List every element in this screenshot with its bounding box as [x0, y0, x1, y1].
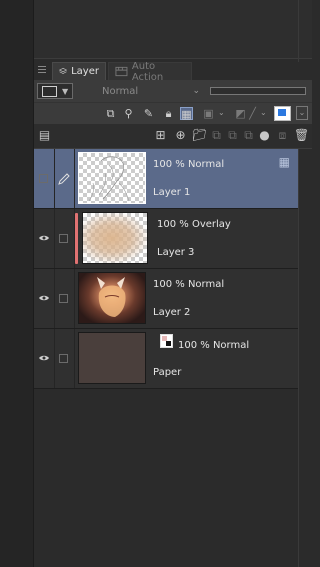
visibility-toggle[interactable] — [34, 209, 55, 268]
new-vector-layer-icon[interactable]: ⊕ — [174, 129, 187, 142]
paper-layer-icon — [160, 334, 173, 348]
transfer-down-icon[interactable]: ⧉ — [210, 129, 223, 142]
tab-auto-action[interactable]: Auto Action — [108, 61, 192, 83]
merge-visible-icon[interactable]: ⧉ — [242, 129, 255, 142]
layer-name: Layer 2 — [153, 307, 191, 318]
upper-panel-area — [34, 0, 312, 59]
chevron-down-icon: ⌄ — [192, 86, 200, 96]
layer-options-bar: ⧉ ⚲ ✎ 🔒︎ ▦ ▣ ⌄ ◩ ╱ ⌄ ⌄ — [34, 102, 312, 125]
lock-icon[interactable]: 🔒︎ — [162, 107, 175, 120]
ruler-visibility-icon[interactable]: ╱ — [246, 107, 259, 120]
visibility-toggle[interactable] — [34, 149, 55, 208]
layer-property-bar: ▼ Normal ⌄ — [34, 80, 312, 102]
mask-icon[interactable]: ▣ — [202, 107, 215, 120]
layer-name: Paper — [153, 367, 182, 378]
layer-thumbnail — [82, 212, 148, 264]
portrait-thumbnail — [97, 277, 126, 317]
lock-transparent-icon[interactable]: ▦ — [180, 107, 193, 121]
pen-icon — [58, 173, 70, 185]
blend-mode-value: Normal — [102, 85, 139, 97]
layer-name: Layer 3 — [157, 247, 195, 258]
edit-checkbox[interactable] — [59, 234, 68, 243]
visibility-toggle[interactable] — [34, 269, 55, 328]
layer-opacity-mode: 100 % Normal — [178, 340, 250, 351]
layer-opacity-mode: 100 % Normal — [153, 159, 225, 170]
apply-mask-icon[interactable]: ⧈ — [276, 129, 289, 142]
combine-layer-icon[interactable]: ⧉ — [226, 129, 239, 142]
blend-mode-select[interactable]: Normal ⌄ — [96, 83, 204, 99]
eye-icon — [39, 235, 49, 241]
eye-icon — [39, 295, 49, 301]
chevron-down-icon[interactable]: ⌄ — [218, 108, 225, 117]
layer-color-swatch[interactable] — [274, 106, 291, 121]
lock-transparent-icon: ▦ — [278, 155, 290, 169]
panel-tab-bar: Layer Auto Action — [34, 61, 312, 83]
edit-target-column[interactable] — [54, 209, 75, 268]
new-raster-layer-icon[interactable]: ⊞ — [154, 129, 167, 142]
chevron-down-icon[interactable]: ⌄ — [260, 108, 267, 117]
layer-opacity-mode: 100 % Normal — [153, 279, 225, 290]
reference-layer-icon[interactable]: ⚲ — [122, 107, 135, 120]
layer-thumbnail — [78, 332, 146, 384]
square-icon — [42, 85, 57, 97]
trash-icon[interactable]: 🗑︎ — [294, 129, 309, 142]
layer-row-paper[interactable]: 100 % Normal Paper — [34, 329, 298, 389]
layer-mask-icon[interactable]: ● — [258, 129, 271, 142]
layer-row-layer-1[interactable]: 100 % Normal ▦ Layer 1 — [34, 149, 298, 209]
expression-color-button[interactable]: ▼ — [37, 83, 73, 99]
edit-target-column[interactable] — [54, 269, 75, 328]
edit-target-column[interactable] — [54, 149, 75, 208]
layer-thumbnail — [78, 152, 146, 204]
draft-layer-icon[interactable]: ✎ — [142, 107, 155, 120]
edit-checkbox[interactable] — [59, 354, 68, 363]
sketch-thumbnail — [88, 156, 130, 202]
layer-name: Layer 1 — [153, 187, 191, 198]
layer-opacity-mode: 100 % Overlay — [157, 219, 231, 230]
edit-checkbox[interactable] — [59, 294, 68, 303]
visibility-checkbox[interactable] — [39, 174, 48, 183]
chevron-down-icon[interactable]: ⌄ — [296, 106, 308, 120]
panel-menu-icon[interactable] — [38, 66, 46, 74]
layers-icon — [59, 67, 68, 74]
new-folder-icon[interactable]: 📁︎ — [192, 129, 207, 142]
clipping-indicator — [75, 213, 78, 264]
chevron-down-icon: ▼ — [62, 86, 69, 96]
visibility-toggle[interactable] — [34, 329, 55, 388]
film-icon — [115, 66, 128, 77]
layer-actions-bar: ▤ ⊞ ⊕ 📁︎ ⧉ ⧉ ⧉ ● ⧈ 🗑︎ — [34, 124, 312, 149]
eye-icon — [39, 355, 49, 361]
tab-layer-label: Layer — [71, 66, 99, 77]
edit-target-column[interactable] — [54, 329, 75, 388]
layer-row-layer-2[interactable]: 100 % Normal Layer 2 — [34, 269, 298, 329]
clip-to-layer-below-icon[interactable]: ⧉ — [104, 107, 117, 120]
layer-list-settings-icon[interactable]: ▤ — [38, 129, 51, 142]
opacity-slider[interactable] — [210, 87, 306, 95]
tab-layer[interactable]: Layer — [52, 62, 106, 80]
layer-thumbnail — [78, 272, 146, 324]
layer-list: 100 % Normal ▦ Layer 1 100 % Overlay Lay… — [34, 149, 298, 389]
layer-row-layer-3[interactable]: 100 % Overlay Layer 3 — [34, 209, 298, 269]
left-dock-strip — [0, 0, 34, 567]
